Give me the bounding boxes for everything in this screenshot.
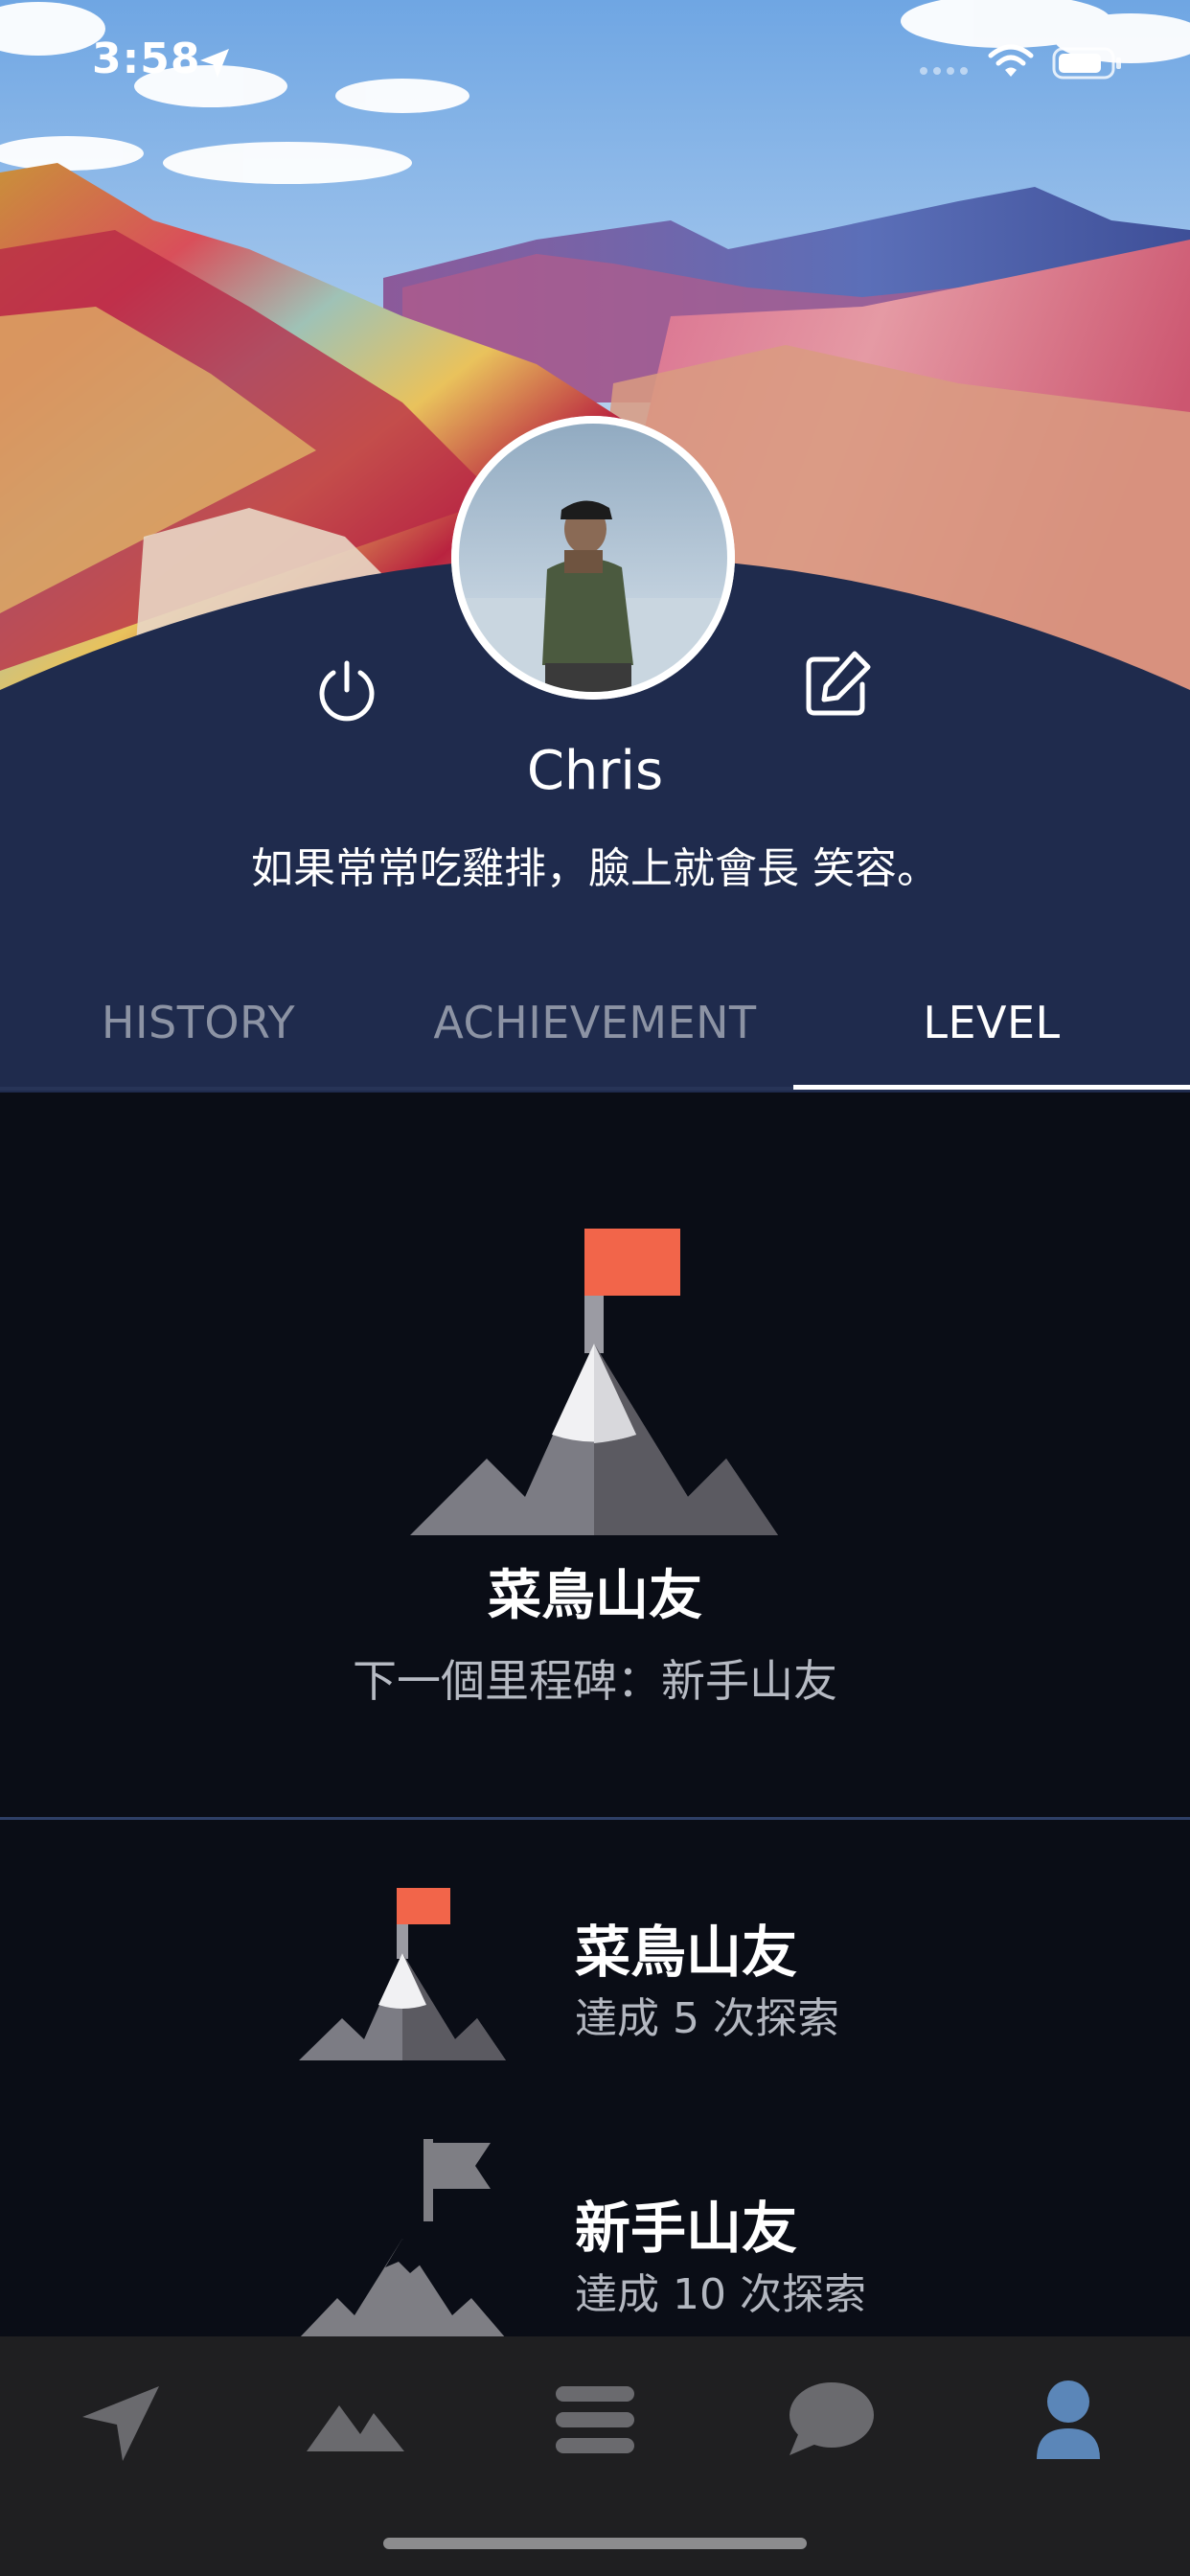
tab-active-indicator: [793, 1085, 1190, 1090]
user-name: Chris: [526, 740, 664, 802]
user-bio: 如果常常吃雞排，臉上就會長 笑容。: [251, 844, 939, 893]
tab-history[interactable]: HISTORY: [0, 997, 397, 1048]
edit-profile-button[interactable]: [799, 648, 874, 723]
mountain-flag-colored-icon: [299, 1888, 506, 2060]
level-name: 新手山友: [575, 2196, 798, 2261]
navigation-arrow-icon[interactable]: [67, 2367, 172, 2472]
level-requirement: 達成 5 次探索: [575, 1994, 839, 2043]
menu-list-icon[interactable]: [542, 2367, 648, 2472]
tab-level[interactable]: LEVEL: [793, 997, 1190, 1048]
user-profile-icon[interactable]: [1016, 2367, 1121, 2472]
tab-achievement[interactable]: ACHIEVEMENT: [397, 997, 793, 1048]
section-divider: [0, 1817, 1190, 1820]
level-requirement: 達成 10 次探索: [575, 2270, 866, 2319]
mountain-flag-colored-icon: [410, 1229, 778, 1535]
current-level-name: 菜鳥山友: [488, 1565, 702, 1627]
next-milestone-text: 下一個里程碑：新手山友: [353, 1655, 837, 1707]
logout-power-button[interactable]: [312, 656, 381, 724]
level-list-item[interactable]: 菜鳥山友 達成 5 次探索: [0, 1859, 1190, 2099]
home-indicator: [383, 2538, 807, 2549]
mountains-icon[interactable]: [303, 2367, 408, 2472]
level-name: 菜鳥山友: [575, 1920, 798, 1985]
chat-bubble-icon[interactable]: [778, 2367, 883, 2472]
profile-tabs: HISTORY ACHIEVEMENT LEVEL: [0, 968, 1190, 1091]
profile-screen: 3:58 Chris 如果常常吃雞排，臉上就會長 笑容。 HISTORY ACH…: [0, 0, 1190, 2576]
avatar[interactable]: [451, 416, 735, 700]
mountain-flag-gray-icon: [299, 2139, 506, 2338]
